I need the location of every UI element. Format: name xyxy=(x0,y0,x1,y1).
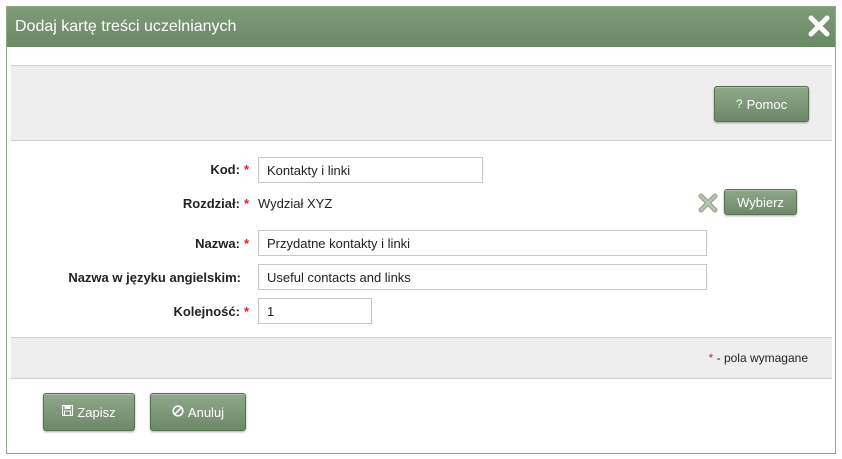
save-button[interactable]: Zapisz xyxy=(43,393,135,431)
question-icon: ? xyxy=(735,97,743,111)
required-legend-bar: * - pola wymagane xyxy=(11,337,832,379)
required-marker: * xyxy=(243,162,249,177)
code-label: Kod: * xyxy=(210,162,249,177)
clear-chapter-icon[interactable] xyxy=(697,192,719,214)
help-button-label: Pomoc xyxy=(746,96,788,112)
cancel-button[interactable]: Anuluj xyxy=(150,393,246,431)
content-card-form: Kod:* Rozdział:* Wydział XYZ Wybierz Naz… xyxy=(11,141,832,337)
order-field[interactable] xyxy=(258,298,372,324)
required-marker: * xyxy=(243,236,249,251)
name-field[interactable] xyxy=(258,230,707,256)
name-label: Nazwa: * xyxy=(195,236,249,251)
help-button[interactable]: ? Pomoc xyxy=(714,86,809,122)
dialog-title: Dodaj kartę treści uczelnianych xyxy=(15,18,237,35)
code-field[interactable] xyxy=(258,157,483,183)
close-icon[interactable] xyxy=(806,13,832,39)
name-en-field[interactable] xyxy=(258,264,707,290)
top-toolbar: ? Pomoc xyxy=(11,65,832,141)
order-label: Kolejność: * xyxy=(173,304,249,319)
required-marker: * xyxy=(243,196,249,211)
required-marker: * xyxy=(243,304,249,319)
chapter-value: Wydział XYZ xyxy=(258,196,333,211)
cancel-button-label: Anuluj xyxy=(187,404,225,420)
choose-chapter-button[interactable]: Wybierz xyxy=(724,189,797,215)
legend-text: - pola wymagane xyxy=(713,351,808,365)
save-icon xyxy=(62,404,74,419)
save-button-label: Zapisz xyxy=(77,404,116,420)
required-legend: * - pola wymagane xyxy=(709,351,808,365)
dialog-titlebar: Dodaj kartę treści uczelnianych xyxy=(7,7,835,47)
cancel-icon xyxy=(172,404,184,420)
add-content-card-dialog: Dodaj kartę treści uczelnianych ? Pomoc … xyxy=(6,6,836,454)
chapter-label: Rozdział: * xyxy=(182,196,249,211)
name-en-label: Nazwa w języku angielskim: xyxy=(68,270,241,285)
